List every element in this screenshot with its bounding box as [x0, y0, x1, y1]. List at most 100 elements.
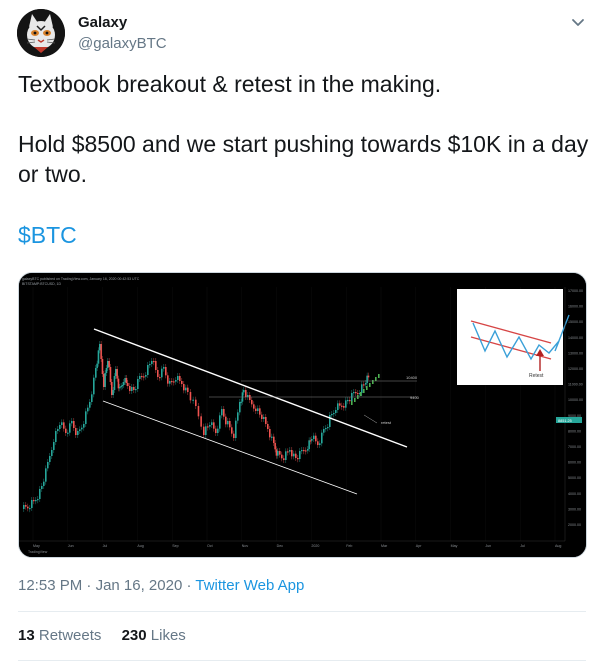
candle-body	[31, 500, 33, 508]
tweet-stats: 13 Retweets 230 Likes	[18, 627, 202, 644]
candle-body	[269, 429, 271, 438]
candle-body	[283, 458, 285, 460]
candle-body	[27, 506, 29, 509]
price-tick-label: 2000.00	[568, 523, 581, 527]
tweet-media-chart[interactable]: galaxyBTC published on TradingView.com, …	[18, 272, 587, 558]
candle-body	[233, 433, 235, 438]
candle-body	[341, 405, 343, 407]
candle-body	[33, 500, 35, 502]
candle-body	[67, 432, 69, 434]
tweet-text-line: or two.	[18, 161, 88, 187]
price-tick-label: 11000.00	[568, 383, 583, 387]
candle-body	[281, 454, 283, 459]
candle-body	[221, 409, 223, 416]
candle-body	[35, 500, 37, 502]
candle-body	[129, 386, 131, 391]
projection-candle	[351, 401, 353, 405]
candle-body	[127, 383, 129, 386]
candle-body	[65, 428, 67, 433]
meta-separator: ·	[186, 577, 192, 594]
candle-body	[203, 426, 205, 435]
likes-stat[interactable]: 230 Likes	[122, 627, 186, 644]
time-tick-label: Nov	[242, 544, 249, 548]
price-tick-label: 17000.00	[568, 289, 583, 293]
candle-body	[287, 451, 289, 453]
time-tick-label: Feb	[346, 544, 352, 548]
candle-body	[227, 421, 229, 425]
candle-body	[96, 363, 98, 368]
candle-body	[75, 428, 77, 435]
retweets-stat[interactable]: 13 Retweets	[18, 627, 101, 644]
candle-body	[345, 400, 347, 408]
candle-body	[187, 387, 189, 392]
candle-body	[293, 453, 295, 457]
candle-body	[265, 417, 267, 424]
candle-body	[81, 427, 83, 430]
candle-body	[249, 395, 251, 400]
projection-candle	[360, 392, 362, 396]
candle-body	[179, 376, 181, 381]
candle-body	[101, 359, 104, 374]
projection-candle	[363, 389, 365, 393]
candle-body	[253, 404, 255, 409]
likes-count: 230	[121, 627, 147, 644]
candle-body	[155, 361, 157, 370]
candle-body	[285, 451, 287, 460]
candle-body	[323, 429, 325, 433]
tweet-time[interactable]: 12:53 PM	[18, 577, 82, 594]
time-tick-label: Apr	[416, 544, 422, 548]
tweet-meta: 12:53 PM · Jan 16, 2020 · Twitter Web Ap…	[18, 577, 304, 594]
candle-body	[273, 436, 275, 443]
candle-body	[261, 414, 263, 419]
retweets-label: Retweets	[38, 627, 102, 644]
candle-body	[71, 421, 73, 424]
candle-body	[135, 389, 137, 391]
price-tick-label: 4000.00	[568, 492, 581, 496]
avatar[interactable]	[17, 9, 65, 57]
level-label-lower: 9400	[410, 395, 420, 400]
candle-body	[303, 450, 305, 452]
candle-body	[51, 450, 53, 456]
candle-body	[73, 421, 75, 428]
divider	[18, 611, 586, 612]
time-tick-label: Jul	[520, 544, 525, 548]
candle-body	[321, 432, 323, 444]
candle-body	[223, 409, 225, 417]
tweet-source-app[interactable]: Twitter Web App	[195, 577, 304, 594]
projection-candle	[354, 398, 356, 402]
cat-avatar-icon	[17, 9, 65, 57]
candle-body	[315, 435, 317, 442]
display-name[interactable]: Galaxy	[78, 14, 127, 31]
candle-body	[217, 428, 219, 433]
candle-body	[47, 462, 49, 469]
candle-body	[116, 369, 118, 379]
candle-body	[355, 392, 357, 394]
time-tick-label: Aug	[137, 544, 143, 548]
candle-body	[308, 440, 310, 449]
candle-body	[325, 428, 327, 430]
candle-body	[197, 406, 200, 417]
candle-body	[133, 387, 135, 390]
chevron-down-icon[interactable]	[568, 12, 588, 32]
candle-body	[259, 408, 261, 415]
candle-body	[161, 368, 163, 378]
candle-body	[213, 422, 215, 429]
candle-body	[295, 453, 297, 458]
candle-body	[337, 403, 339, 410]
candle-body	[113, 376, 116, 390]
candle-body	[215, 428, 217, 433]
user-handle[interactable]: @galaxyBTC	[78, 35, 167, 52]
price-tick-label: 7000.00	[568, 445, 581, 449]
tradingview-watermark: TradingView	[28, 550, 48, 554]
price-tick-label: 12000.00	[568, 367, 583, 371]
candle-body	[183, 384, 185, 391]
candle-body	[207, 426, 209, 428]
tweet-date[interactable]: Jan 16, 2020	[96, 577, 183, 594]
candle-body	[23, 505, 25, 509]
candle-body	[229, 421, 231, 428]
time-tick-label: Sep	[172, 544, 178, 548]
cashtag-link[interactable]: $BTC	[18, 222, 77, 248]
candle-body	[331, 414, 333, 416]
candle-body	[291, 450, 293, 457]
candle-body	[277, 451, 279, 456]
